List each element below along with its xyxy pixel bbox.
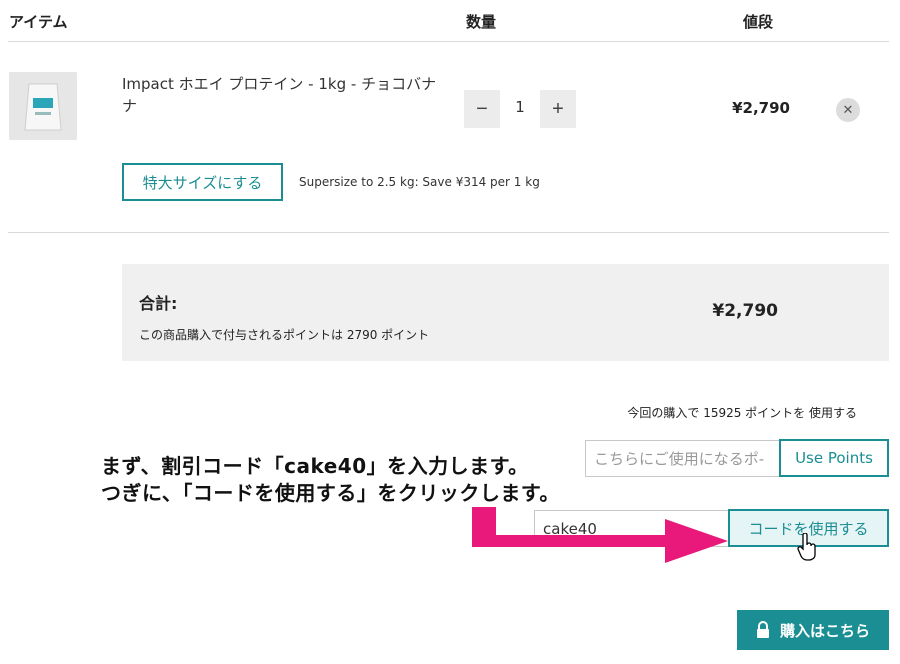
product-price: ¥2,790 [732, 99, 790, 117]
remove-item-button[interactable]: ✕ [836, 98, 860, 122]
use-points-button[interactable]: Use Points [779, 439, 889, 477]
quantity-decrease-button[interactable]: − [464, 90, 500, 128]
lock-icon [756, 621, 769, 638]
arrow-stem-horizontal [472, 535, 677, 547]
hand-cursor-icon [797, 533, 816, 561]
annotation-line-2: つぎに、「コードを使用する」をクリックします。 [101, 481, 560, 505]
checkout-label: 購入はこちら [779, 621, 870, 640]
column-header-quantity: 数量 [466, 13, 497, 31]
points-input[interactable]: こちらにご使用になるポ- [585, 440, 780, 477]
supersize-button[interactable]: 特大サイズにする [122, 163, 283, 201]
minus-icon: − [476, 97, 488, 120]
item-divider [8, 232, 889, 233]
checkout-button[interactable]: 購入はこちら [737, 610, 889, 650]
earned-points-note: この商品購入で付与されるポイントは 2790 ポイント [139, 328, 430, 342]
product-name[interactable]: Impact ホエイ プロテイン - 1kg - チョコバナナ [122, 73, 442, 117]
close-icon: ✕ [842, 102, 854, 118]
available-points-note: 今回の購入で 15925 ポイントを 使用する [627, 406, 857, 420]
product-thumbnail[interactable] [9, 72, 77, 140]
header-divider [8, 41, 889, 42]
total-value: ¥2,790 [712, 301, 778, 321]
quantity-increase-button[interactable]: + [540, 90, 576, 128]
total-label: 合計: [139, 294, 178, 313]
arrow-head [665, 519, 728, 563]
annotation-arrow [472, 507, 728, 563]
column-header-price: 値段 [743, 13, 774, 31]
supersize-note: Supersize to 2.5 kg: Save ¥314 per 1 kg [299, 175, 540, 189]
plus-icon: + [552, 97, 564, 120]
quantity-value: 1 [515, 98, 525, 116]
annotation-line-1: まず、割引コード「cake40」を入力します。 [101, 454, 529, 478]
column-header-item: アイテム [9, 13, 68, 31]
